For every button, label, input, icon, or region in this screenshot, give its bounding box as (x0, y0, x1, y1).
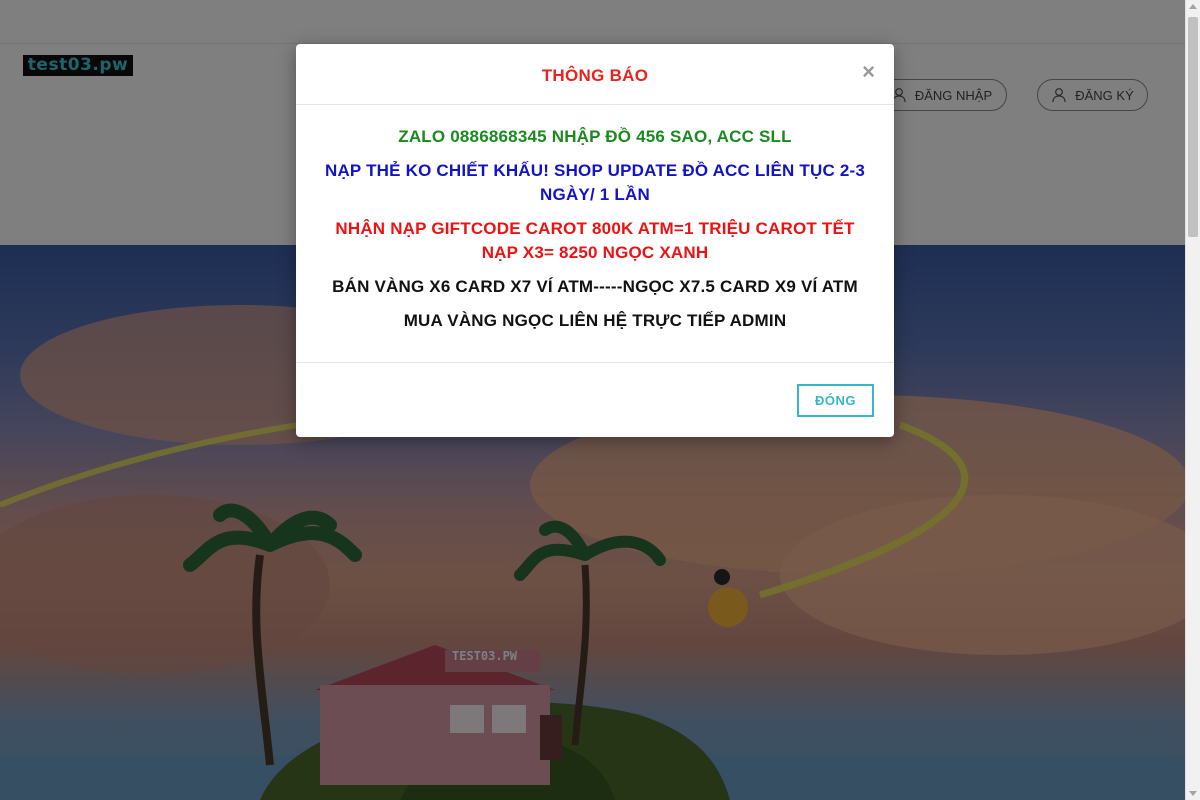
notification-modal: THÔNG BÁO × ZALO 0886868345 NHẬP ĐỒ 456 … (296, 44, 894, 437)
modal-header: THÔNG BÁO × (296, 44, 894, 105)
scroll-down-arrow-icon[interactable] (1189, 791, 1197, 796)
close-icon[interactable]: × (862, 61, 875, 83)
message-card-topup: NẠP THẺ KO CHIẾT KHẤU! SHOP UPDATE ĐỒ AC… (324, 161, 866, 204)
message-gold-rates: BÁN VÀNG X6 CARD X7 VÍ ATM-----NGỌC X7.5… (332, 277, 858, 296)
message-giftcode: NHẬN NẠP GIFTCODE CAROT 800K ATM=1 TRIỆU… (335, 219, 855, 262)
page-scrollbar[interactable] (1185, 0, 1200, 800)
scroll-thumb[interactable] (1188, 17, 1198, 237)
close-button[interactable]: ĐÓNG (797, 384, 874, 417)
message-zalo: ZALO 0886868345 NHẬP ĐỒ 456 SAO, ACC SLL (398, 127, 792, 146)
message-contact-admin: MUA VÀNG NGỌC LIÊN HỆ TRỰC TIẾP ADMIN (403, 311, 787, 330)
scroll-up-arrow-icon[interactable] (1189, 4, 1197, 9)
modal-title: THÔNG BÁO (541, 66, 649, 85)
modal-body: ZALO 0886868345 NHẬP ĐỒ 456 SAO, ACC SLL… (296, 105, 894, 363)
